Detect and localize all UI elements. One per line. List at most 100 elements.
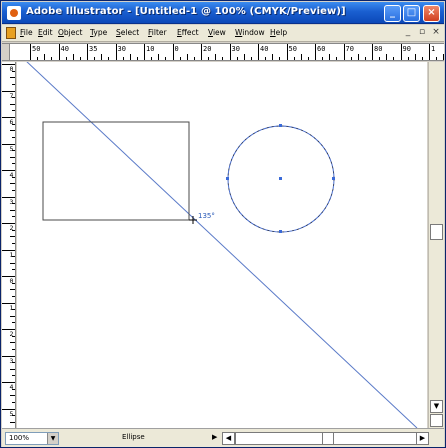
menu-window[interactable]: Window <box>235 28 265 37</box>
ruler-tick-label: 2 <box>9 224 14 232</box>
artboard-canvas[interactable]: 135° <box>17 62 427 428</box>
diagonal-line[interactable] <box>25 62 418 428</box>
scroll-left-button[interactable]: ◀ <box>222 432 235 445</box>
ruler-major-tick <box>2 170 15 171</box>
smart-guide-angle: 135° <box>198 212 215 220</box>
ruler-tick-label: 35 <box>89 45 98 53</box>
ruler-minor-tick <box>12 163 15 165</box>
ruler-minor-tick <box>12 189 15 191</box>
minimize-button[interactable]: _ <box>384 5 401 22</box>
ellipse-anchor-right[interactable] <box>332 177 335 180</box>
status-tool-name: Ellipse <box>122 433 145 441</box>
ruler-tick-label: 6 <box>9 118 14 126</box>
ruler-minor-tick <box>10 209 15 211</box>
ruler-minor-tick <box>10 315 15 317</box>
scroll-corner-button[interactable] <box>430 414 443 427</box>
ruler-minor-tick <box>336 57 338 60</box>
ruler-minor-tick <box>250 57 252 60</box>
menu-file[interactable]: File <box>20 28 33 37</box>
app-window: Adobe Illustrator - [Untitled-1 @ 100% (… <box>0 0 446 448</box>
ruler-minor-tick <box>414 54 416 60</box>
illustrator-app-icon[interactable] <box>7 6 21 20</box>
cursor-crosshair-icon <box>189 216 197 224</box>
ruler-minor-tick <box>79 57 81 60</box>
menu-filter[interactable]: Filter <box>148 28 167 37</box>
ruler-tick-label: 30 <box>117 45 126 53</box>
zoom-level-value: 100% <box>9 434 30 442</box>
ruler-major-tick <box>2 196 15 198</box>
ruler-tick-label: 10 <box>146 45 155 53</box>
ruler-tick-label: 0 <box>9 277 14 285</box>
ruler-minor-tick <box>10 103 15 105</box>
document-icon[interactable] <box>6 27 16 39</box>
ruler-minor-tick <box>12 110 15 112</box>
ruler-minor-tick <box>44 54 46 60</box>
title-bar[interactable]: Adobe Illustrator - [Untitled-1 @ 100% (… <box>2 2 444 24</box>
artwork[interactable]: 135° <box>17 62 427 428</box>
ruler-minor-tick <box>12 295 15 297</box>
ruler-tick-label: 5 <box>9 409 14 418</box>
scroll-right-button[interactable]: ▶ <box>416 432 429 445</box>
ruler-minor-tick <box>208 57 210 60</box>
zoom-dropdown-arrow-icon[interactable]: ▼ <box>47 433 58 444</box>
ruler-minor-tick <box>350 57 352 60</box>
ruler-minor-tick <box>300 54 302 60</box>
scroll-down-button[interactable]: ▼ <box>430 400 443 413</box>
horizontal-scrollbar[interactable] <box>235 432 427 445</box>
menu-bar: File Edit Object Type Select Filter Effe… <box>2 25 444 42</box>
horizontal-ruler[interactable]: 50 40 35 30 10 0 20 30 40 50 60 70 80 90 1 <box>2 43 444 61</box>
ruler-major-tick <box>372 44 373 60</box>
ruler-major-tick <box>2 90 15 92</box>
ruler-tick-label: 4 <box>9 171 14 179</box>
ruler-minor-tick <box>357 54 359 60</box>
ellipse-center-point[interactable] <box>279 177 282 180</box>
ruler-minor-tick <box>94 57 96 60</box>
vertical-ruler[interactable]: 0 7 6 5 4 3 2 1 0 1 2 3 4 5 <box>2 62 16 428</box>
ruler-major-tick <box>2 117 15 118</box>
horizontal-scroll-thumb[interactable] <box>322 433 334 444</box>
ruler-major-tick <box>2 329 15 330</box>
menu-effect[interactable]: Effect <box>177 28 199 37</box>
close-button[interactable]: × <box>423 5 440 22</box>
document-minimize-button[interactable]: _ <box>402 27 414 39</box>
menu-type[interactable]: Type <box>90 28 107 37</box>
ruler-tick-label: 50 <box>32 45 41 53</box>
vertical-scrollbar[interactable]: ▼ <box>428 62 444 428</box>
status-menu-arrow-icon[interactable]: ▶ <box>212 433 217 441</box>
zoom-level-field[interactable]: 100% ▼ <box>5 432 59 445</box>
maximize-button[interactable]: □ <box>403 5 420 22</box>
ruler-tick-label: 30 <box>231 45 240 53</box>
ruler-major-tick <box>400 44 402 60</box>
ruler-minor-tick <box>10 342 15 344</box>
menu-object[interactable]: Object <box>58 28 82 37</box>
ruler-minor-tick <box>101 54 103 60</box>
ruler-major-tick <box>115 44 117 60</box>
ruler-minor-tick <box>12 282 15 284</box>
ruler-minor-tick <box>10 395 15 397</box>
ruler-minor-tick <box>12 216 15 218</box>
ruler-minor-tick <box>307 57 309 60</box>
menu-edit[interactable]: Edit <box>38 28 53 37</box>
menu-view[interactable]: View <box>208 28 226 37</box>
ellipse-anchor-left[interactable] <box>226 177 229 180</box>
ruler-major-tick <box>87 44 88 60</box>
ruler-major-tick <box>429 44 430 60</box>
ruler-minor-tick <box>10 368 15 370</box>
ruler-minor-tick <box>243 54 245 60</box>
document-maximize-button[interactable]: ▫ <box>416 27 428 39</box>
rectangle-shape[interactable] <box>42 121 190 221</box>
ruler-major-tick <box>144 44 145 60</box>
ruler-minor-tick <box>10 183 15 185</box>
ruler-tick-label: 3 <box>9 197 14 206</box>
ellipse-anchor-bottom[interactable] <box>279 230 282 233</box>
ruler-minor-tick <box>265 57 267 60</box>
ruler-minor-tick <box>215 54 217 60</box>
ruler-minor-tick <box>12 176 15 178</box>
document-close-button[interactable]: × <box>430 27 442 39</box>
ellipse-anchor-top[interactable] <box>279 124 282 127</box>
menu-select[interactable]: Select <box>116 28 139 37</box>
ruler-minor-tick <box>12 150 15 152</box>
vertical-scroll-thumb[interactable] <box>430 224 443 240</box>
ruler-origin[interactable] <box>2 44 10 60</box>
menu-help[interactable]: Help <box>270 28 287 37</box>
